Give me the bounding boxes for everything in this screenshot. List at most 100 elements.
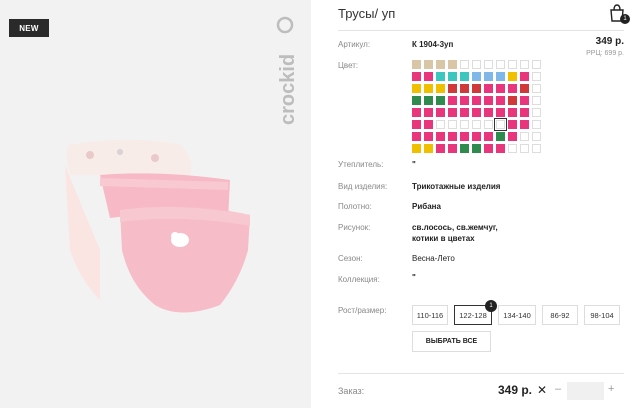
color-swatch[interactable] [424, 144, 433, 153]
color-swatch[interactable] [424, 60, 433, 69]
color-swatch[interactable] [472, 96, 481, 105]
color-swatch[interactable] [436, 60, 445, 69]
color-swatch[interactable] [520, 132, 529, 141]
color-swatch[interactable] [448, 144, 457, 153]
color-swatch[interactable] [472, 132, 481, 141]
color-swatch[interactable] [484, 144, 493, 153]
color-swatch[interactable] [448, 84, 457, 93]
color-swatch[interactable] [508, 120, 517, 129]
decrease-button[interactable]: – [555, 383, 561, 395]
color-swatch[interactable] [484, 72, 493, 81]
size-option-134-140[interactable]: 134-140 [498, 305, 536, 325]
color-swatch[interactable] [460, 108, 469, 117]
color-swatch[interactable] [436, 96, 445, 105]
order-price: 349 р. [498, 383, 533, 397]
color-swatch[interactable] [448, 72, 457, 81]
remove-icon[interactable]: ✕ [537, 383, 547, 397]
color-swatch[interactable] [412, 132, 421, 141]
color-swatch[interactable] [448, 108, 457, 117]
color-swatch[interactable] [494, 118, 507, 131]
color-swatch[interactable] [532, 108, 541, 117]
size-option-98-104[interactable]: 98-104 [584, 305, 620, 325]
color-swatch[interactable] [508, 72, 517, 81]
color-swatch[interactable] [412, 108, 421, 117]
color-swatch[interactable] [532, 132, 541, 141]
color-swatch[interactable] [508, 108, 517, 117]
color-swatch[interactable] [460, 132, 469, 141]
increase-button[interactable]: + [608, 383, 614, 395]
size-option-110-116[interactable]: 110-116 [412, 305, 448, 325]
color-swatch[interactable] [448, 60, 457, 69]
color-swatch[interactable] [424, 72, 433, 81]
color-swatch[interactable] [448, 120, 457, 129]
color-swatch[interactable] [412, 72, 421, 81]
color-swatch[interactable] [472, 120, 481, 129]
color-swatch[interactable] [484, 108, 493, 117]
color-swatch[interactable] [508, 60, 517, 69]
color-swatch[interactable] [520, 72, 529, 81]
color-swatch[interactable] [496, 60, 505, 69]
color-swatch[interactable] [424, 96, 433, 105]
color-swatch[interactable] [508, 84, 517, 93]
color-swatch[interactable] [508, 96, 517, 105]
color-swatch[interactable] [508, 144, 517, 153]
color-swatch[interactable] [520, 144, 529, 153]
color-swatch[interactable] [436, 108, 445, 117]
color-swatch[interactable] [532, 144, 541, 153]
color-swatch[interactable] [412, 96, 421, 105]
color-swatch[interactable] [508, 132, 517, 141]
color-swatch[interactable] [472, 84, 481, 93]
color-swatch[interactable] [484, 132, 493, 141]
color-swatch[interactable] [424, 108, 433, 117]
color-swatch[interactable] [448, 132, 457, 141]
color-swatch[interactable] [520, 96, 529, 105]
color-swatch[interactable] [496, 108, 505, 117]
color-swatch[interactable] [520, 108, 529, 117]
color-swatch[interactable] [412, 60, 421, 69]
color-swatch[interactable] [496, 144, 505, 153]
size-option-86-92[interactable]: 86-92 [542, 305, 578, 325]
color-swatch[interactable] [484, 60, 493, 69]
color-swatch[interactable] [532, 60, 541, 69]
color-swatch[interactable] [484, 96, 493, 105]
color-swatch[interactable] [520, 84, 529, 93]
color-swatch[interactable] [460, 120, 469, 129]
color-swatch[interactable] [436, 72, 445, 81]
color-swatch[interactable] [496, 84, 505, 93]
color-swatch[interactable] [472, 144, 481, 153]
color-swatch[interactable] [532, 84, 541, 93]
color-swatch[interactable] [496, 72, 505, 81]
color-swatch[interactable] [424, 84, 433, 93]
color-swatch[interactable] [436, 120, 445, 129]
color-swatch[interactable] [532, 120, 541, 129]
color-swatch[interactable] [484, 120, 493, 129]
color-swatch[interactable] [436, 144, 445, 153]
color-swatch[interactable] [460, 96, 469, 105]
color-swatch[interactable] [412, 84, 421, 93]
color-swatch[interactable] [532, 72, 541, 81]
color-swatch[interactable] [412, 144, 421, 153]
color-swatch[interactable] [424, 132, 433, 141]
color-swatch[interactable] [460, 60, 469, 69]
color-swatch[interactable] [532, 96, 541, 105]
color-swatch[interactable] [436, 84, 445, 93]
color-swatch[interactable] [496, 132, 505, 141]
color-swatch[interactable] [520, 60, 529, 69]
color-swatch[interactable] [412, 120, 421, 129]
size-option-122-128[interactable]: 122-128 1 [454, 300, 497, 325]
color-swatch[interactable] [520, 120, 529, 129]
select-all-button[interactable]: ВЫБРАТЬ ВСЕ [412, 331, 491, 352]
color-swatch[interactable] [496, 96, 505, 105]
color-swatch[interactable] [472, 108, 481, 117]
color-swatch[interactable] [460, 144, 469, 153]
color-swatch[interactable] [460, 84, 469, 93]
color-swatch[interactable] [472, 72, 481, 81]
quantity-input[interactable] [567, 382, 604, 400]
color-swatch[interactable] [484, 84, 493, 93]
color-swatch[interactable] [460, 72, 469, 81]
color-swatch[interactable] [424, 120, 433, 129]
cart-button[interactable]: 1 [608, 4, 630, 24]
color-swatch[interactable] [448, 96, 457, 105]
color-swatch[interactable] [436, 132, 445, 141]
color-swatch[interactable] [472, 60, 481, 69]
